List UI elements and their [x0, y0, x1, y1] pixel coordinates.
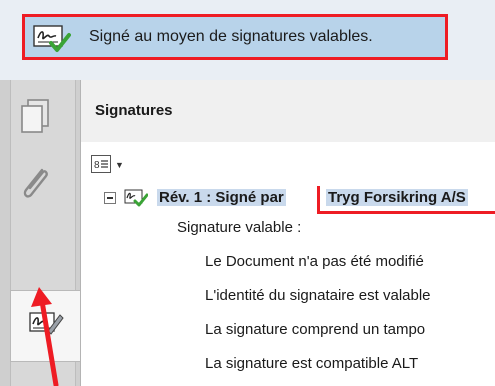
chevron-down-icon: ▼ — [115, 160, 124, 170]
valid-signature-icon — [124, 189, 148, 207]
signature-status: Signature valable : — [177, 219, 302, 236]
pages-icon — [21, 99, 49, 133]
detail-text: La signature est compatible ALT — [205, 355, 419, 372]
list-options-icon: 8 — [91, 155, 111, 173]
signature-status-banner[interactable]: Signé au moyen de signatures valables. — [22, 14, 448, 60]
panel-toolbar: 8 ▼ — [81, 142, 495, 186]
detail-text: Le Document n'a pas été modifié — [205, 253, 424, 270]
detail-row[interactable]: Le Document n'a pas été modifié — [81, 250, 495, 276]
collapse-toggle-icon[interactable] — [104, 192, 116, 204]
valid-signature-icon — [33, 25, 71, 52]
signer-highlight-box — [317, 186, 495, 214]
detail-text: La signature comprend un tampo — [205, 321, 426, 338]
revision-label: Rév. 1 : Signé par — [157, 189, 286, 206]
document-message-bar: Signé au moyen de signatures valables. — [0, 0, 495, 81]
panel-title: Signatures — [95, 102, 173, 119]
signatures-tree: Rév. 1 : Signé par Tryg Forsikring A/S S… — [81, 186, 495, 386]
revision-row[interactable]: Rév. 1 : Signé par Tryg Forsikring A/S — [81, 186, 495, 214]
attachments-button[interactable] — [14, 162, 58, 206]
panel-header: Signatures — [81, 80, 495, 143]
detail-text: L'identité du signataire est valable — [205, 287, 431, 304]
signatures-panel: Signatures 8 ▼ Rév. 1: Signé par Tryg F… — [80, 80, 495, 386]
signatures-window: Signé au moyen de signatures valables. S… — [0, 0, 495, 386]
paperclip-icon — [23, 168, 48, 198]
pages-button[interactable] — [14, 94, 58, 138]
svg-text:8: 8 — [94, 160, 100, 171]
detail-row[interactable]: La signature est compatible ALT — [81, 352, 495, 378]
banner-text: Signé au moyen de signatures valables. — [89, 28, 373, 45]
arrow-annotation — [31, 287, 59, 386]
detail-row[interactable]: L'identité du signataire est valable — [81, 284, 495, 310]
options-menu-button[interactable]: 8 ▼ — [91, 155, 127, 175]
signature-status-row[interactable]: Signature valable : — [81, 216, 495, 242]
detail-row[interactable]: La signature comprend un tampo — [81, 318, 495, 344]
